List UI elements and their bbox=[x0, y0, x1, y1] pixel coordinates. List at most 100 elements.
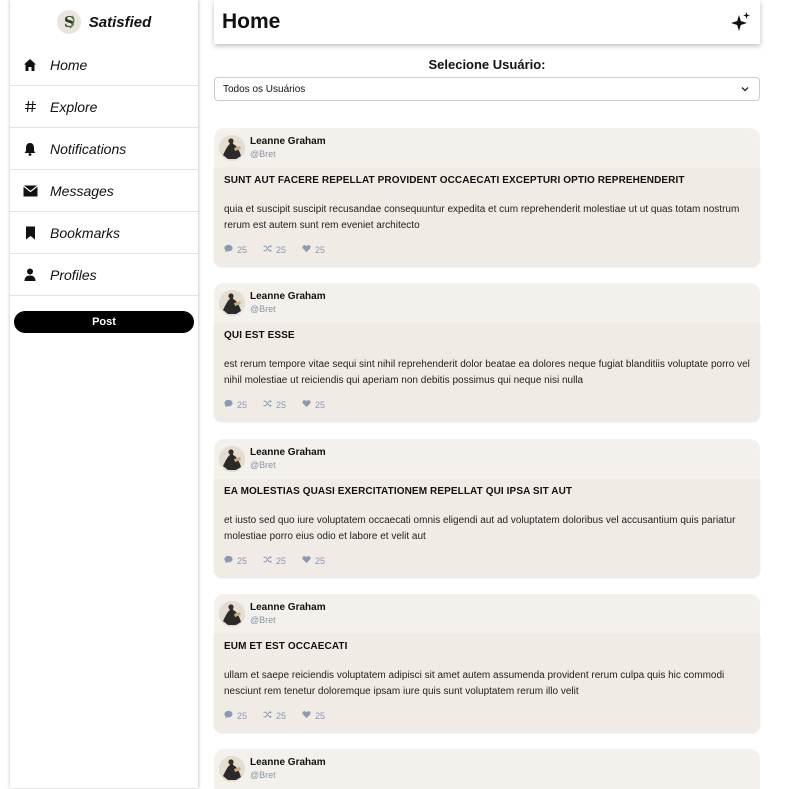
heart-icon bbox=[302, 399, 311, 410]
author-handle[interactable]: @Bret bbox=[250, 303, 326, 315]
post-header: Leanne Graham @Bret bbox=[214, 128, 760, 168]
comment-button[interactable]: 25 bbox=[224, 244, 247, 255]
sidebar-item-profiles[interactable]: Profiles bbox=[10, 254, 198, 296]
author-name[interactable]: Leanne Graham bbox=[250, 291, 326, 303]
comment-count: 25 bbox=[237, 399, 248, 410]
post-header: Leanne Graham @Bret bbox=[214, 594, 760, 634]
like-count: 25 bbox=[315, 399, 326, 410]
post-button[interactable]: Post bbox=[14, 311, 194, 333]
post-actions: 25 25 25 bbox=[224, 244, 750, 255]
comment-count: 25 bbox=[237, 555, 248, 566]
repost-count: 25 bbox=[276, 244, 287, 255]
avatar[interactable] bbox=[219, 135, 245, 161]
avatar[interactable] bbox=[219, 446, 245, 472]
repost-button[interactable]: 25 bbox=[263, 555, 286, 566]
like-count: 25 bbox=[315, 710, 326, 721]
like-count: 25 bbox=[315, 244, 326, 255]
post-body: QUI EST ESSE est rerum tempore vitae sequ… bbox=[214, 323, 760, 421]
post-header: Leanne Graham @Bret bbox=[214, 439, 760, 479]
comment-button[interactable]: 25 bbox=[224, 555, 247, 566]
sidebar-item-messages[interactable]: Messages bbox=[10, 170, 198, 212]
sidebar-item-bookmarks[interactable]: Bookmarks bbox=[10, 212, 198, 254]
comment-count: 25 bbox=[237, 710, 248, 721]
author-handle[interactable]: @Bret bbox=[250, 614, 326, 626]
repost-count: 25 bbox=[276, 399, 287, 410]
brand-name: Satisfied bbox=[88, 13, 152, 31]
repost-button[interactable]: 25 bbox=[263, 710, 286, 721]
page-title: Home bbox=[222, 10, 281, 33]
avatar[interactable] bbox=[219, 290, 245, 316]
repost-icon bbox=[263, 710, 272, 721]
author-name[interactable]: Leanne Graham bbox=[250, 447, 326, 459]
post-card[interactable]: Leanne Graham @Bret EUM ET EST OCCAECATI ul… bbox=[214, 594, 760, 732]
post-body: EA MOLESTIAS QUASI EXERCITATIONEM REPELL… bbox=[214, 479, 760, 577]
sidebar-item-label: Home bbox=[50, 56, 88, 73]
post-body: EUM ET EST OCCAECATI ullam et saepe reici… bbox=[214, 634, 760, 732]
comment-icon bbox=[224, 555, 233, 566]
brand[interactable]: S Satisfied bbox=[10, 0, 198, 44]
sparkles-icon[interactable] bbox=[730, 11, 752, 33]
repost-icon bbox=[263, 399, 272, 410]
author-name[interactable]: Leanne Graham bbox=[250, 136, 326, 148]
comment-button[interactable]: 25 bbox=[224, 710, 247, 721]
comment-icon bbox=[224, 399, 233, 410]
like-button[interactable]: 25 bbox=[302, 244, 325, 255]
like-count: 25 bbox=[315, 555, 326, 566]
post-text: est rerum tempore vitae sequi sint nihil… bbox=[224, 359, 750, 386]
heart-icon bbox=[302, 555, 311, 566]
like-button[interactable]: 25 bbox=[302, 555, 325, 566]
envelope-icon bbox=[22, 183, 38, 199]
repost-count: 25 bbox=[276, 710, 287, 721]
comment-icon bbox=[224, 244, 233, 255]
sidebar-item-label: Notifications bbox=[50, 140, 127, 157]
author-handle[interactable]: @Bret bbox=[250, 769, 326, 781]
author-handle[interactable]: @Bret bbox=[250, 148, 326, 160]
author-name[interactable]: Leanne Graham bbox=[250, 602, 326, 614]
sidebar-item-label: Explore bbox=[50, 98, 98, 115]
bookmark-icon bbox=[22, 225, 38, 241]
user-filter-select[interactable]: Todos os Usuários bbox=[214, 77, 760, 101]
post-title: EA MOLESTIAS QUASI EXERCITATIONEM REPELL… bbox=[224, 486, 573, 497]
sidebar-item-explore[interactable]: Explore bbox=[10, 86, 198, 128]
bell-icon bbox=[22, 141, 38, 157]
post-title: SUNT AUT FACERE REPELLAT PROVIDENT OCCAE… bbox=[224, 175, 685, 186]
post-card[interactable]: Leanne Graham @Bret QUI EST ESSE est rerum … bbox=[214, 283, 760, 421]
avatar[interactable] bbox=[219, 601, 245, 627]
chevron-down-icon bbox=[740, 84, 750, 94]
post-actions: 25 25 25 bbox=[224, 399, 750, 410]
post-card[interactable]: Leanne Graham @Bret bbox=[214, 749, 760, 789]
post-text: et iusto sed quo iure voluptatem occaeca… bbox=[224, 515, 736, 542]
post-card[interactable]: Leanne Graham @Bret SUNT AUT FACERE REPELL… bbox=[214, 128, 760, 266]
repost-button[interactable]: 25 bbox=[263, 399, 286, 410]
comment-count: 25 bbox=[237, 244, 248, 255]
post-title: EUM ET EST OCCAECATI bbox=[224, 641, 348, 652]
repost-icon bbox=[263, 244, 272, 255]
like-button[interactable]: 25 bbox=[302, 710, 325, 721]
heart-icon bbox=[302, 710, 311, 721]
avatar[interactable] bbox=[219, 756, 245, 782]
comment-button[interactable]: 25 bbox=[224, 399, 247, 410]
post-text: ullam et saepe reiciendis voluptatem adi… bbox=[224, 670, 725, 697]
user-filter-value: Todos os Usuários bbox=[223, 83, 306, 95]
post-actions: 25 25 25 bbox=[224, 555, 750, 566]
home-icon bbox=[22, 57, 38, 73]
comment-icon bbox=[224, 710, 233, 721]
sidebar-item-home[interactable]: Home bbox=[10, 44, 198, 86]
like-button[interactable]: 25 bbox=[302, 399, 325, 410]
sidebar-item-notifications[interactable]: Notifications bbox=[10, 128, 198, 170]
repost-icon bbox=[263, 555, 272, 566]
post-actions: 25 25 25 bbox=[224, 710, 750, 721]
post-header: Leanne Graham @Bret bbox=[214, 283, 760, 323]
author-name[interactable]: Leanne Graham bbox=[250, 757, 326, 769]
s-logo-icon: S bbox=[56, 10, 81, 34]
repost-button[interactable]: 25 bbox=[263, 244, 286, 255]
hash-icon bbox=[22, 99, 38, 115]
sidebar-item-label: Messages bbox=[50, 182, 114, 199]
sidebar: S Satisfied Home Explore Notifications M… bbox=[10, 0, 198, 788]
author-handle[interactable]: @Bret bbox=[250, 459, 326, 471]
post-card[interactable]: Leanne Graham @Bret EA MOLESTIAS QUASI EXE… bbox=[214, 439, 760, 577]
header: Home bbox=[214, 0, 760, 44]
user-icon bbox=[22, 267, 38, 283]
sidebar-item-label: Bookmarks bbox=[50, 224, 121, 241]
user-filter-label: Selecione Usuário: bbox=[428, 57, 546, 72]
